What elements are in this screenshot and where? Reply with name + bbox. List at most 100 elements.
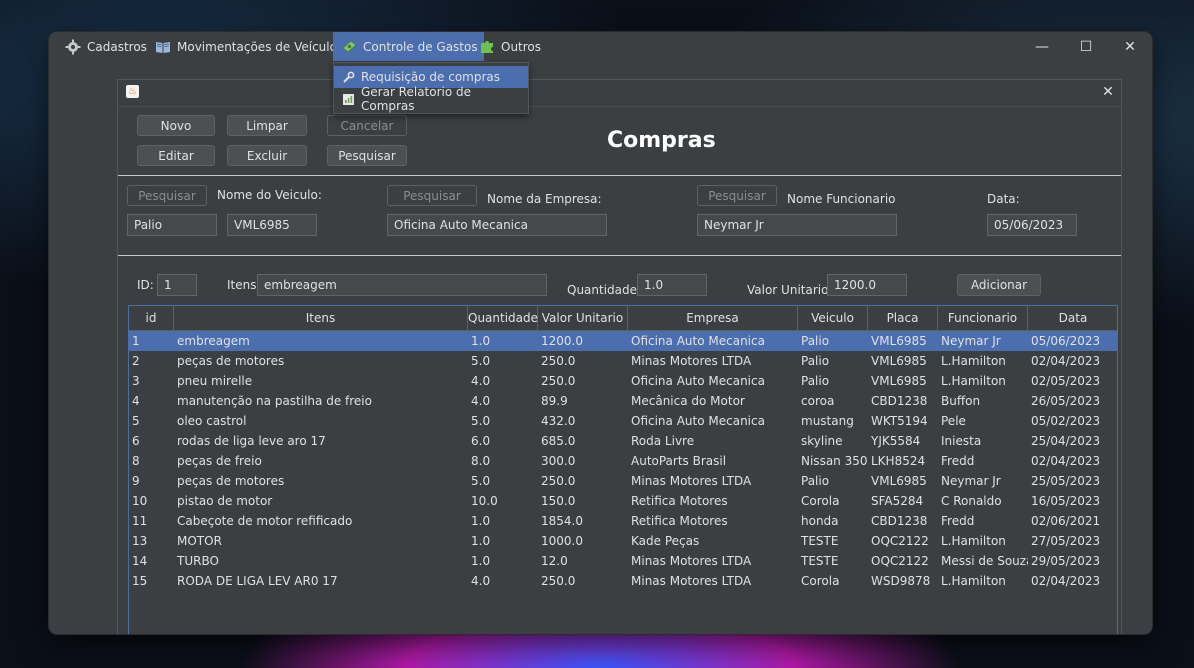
table-cell: Messi de Souza <box>941 554 1028 568</box>
table-row[interactable]: 13 MOTOR 1.0 1000.0 Kade Peças TESTE OQC2122 L.… <box>129 531 1117 551</box>
table-cell: 02/04/2023 <box>1031 354 1101 368</box>
employee-search-button[interactable]: Pesquisar <box>697 185 777 206</box>
excluir-button[interactable]: Excluir <box>227 145 307 166</box>
table-cell: 02/04/2023 <box>1031 574 1101 588</box>
table-cell: 6.0 <box>471 434 491 448</box>
frame-title-bar: ♨ ✕ <box>118 80 1121 107</box>
table-cell: L.Hamilton <box>941 354 1006 368</box>
company-field[interactable]: Oficina Auto Mecanica <box>387 214 607 236</box>
table-cell: Oficina Auto Mecanica <box>631 414 765 428</box>
table-cell: 1000.0 <box>541 534 583 548</box>
table-cell: 1.0 <box>471 554 491 568</box>
table-cell: CBD1238 <box>871 514 928 528</box>
table-cell: TESTE <box>801 534 839 548</box>
table-cell: YJK5584 <box>871 434 921 448</box>
table-row[interactable]: 15 RODA DE LIGA LEV AR0 17 4.0 250.0 Minas M… <box>129 571 1117 591</box>
pesquisar-button[interactable]: Pesquisar <box>327 145 407 166</box>
close-button[interactable]: ✕ <box>1108 32 1152 62</box>
cancelar-button[interactable]: Cancelar <box>327 115 407 136</box>
table-cell: 13 <box>132 534 148 548</box>
table-cell: 250.0 <box>541 574 576 588</box>
table-row[interactable]: 3 pneu mirelle 4.0 250.0 Oficina Auto Mecani… <box>129 371 1117 391</box>
date-label: Data: <box>987 192 1020 206</box>
table-cell: C Ronaldo <box>941 494 1002 508</box>
column-header[interactable]: Placa <box>868 306 938 330</box>
table-cell: 02/05/2023 <box>1031 374 1101 388</box>
table-cell: 8 <box>132 454 140 468</box>
vehicle-model-field[interactable]: Palio <box>127 214 217 236</box>
table-row[interactable]: 5 oleo castrol 5.0 432.0 Oficina Auto Mecani… <box>129 411 1117 431</box>
company-search-button[interactable]: Pesquisar <box>387 185 477 206</box>
menu-label: Requisição de compras <box>361 70 501 84</box>
table-cell: 250.0 <box>541 354 576 368</box>
column-header[interactable]: Valor Unitario <box>538 306 628 330</box>
table-cell: 250.0 <box>541 474 576 488</box>
quantidade-field[interactable]: 1.0 <box>637 274 707 296</box>
column-header[interactable]: Itens <box>174 306 468 330</box>
table-cell: 16/05/2023 <box>1031 494 1101 508</box>
table-cell: 14 <box>132 554 148 568</box>
table-row[interactable]: 11 Cabeçote de motor refificado 1.0 1854.0 R… <box>129 511 1117 531</box>
close-icon: ✕ <box>1124 39 1136 55</box>
limpar-button[interactable]: Limpar <box>227 115 307 136</box>
table-row[interactable]: 1 embreagem 1.0 1200.0 Oficina Auto Mecanica… <box>129 331 1117 351</box>
column-header[interactable]: id <box>129 306 174 330</box>
table-row[interactable]: 8 peças de freio 8.0 300.0 AutoParts Brasil N… <box>129 451 1117 471</box>
menu-gerar-relatorio[interactable]: Gerar Relatorio de Compras <box>334 85 528 113</box>
maximize-button[interactable]: ☐ <box>1064 32 1108 62</box>
table-row[interactable]: 9 peças de motores 5.0 250.0 Minas Motores L… <box>129 471 1117 491</box>
table-cell: VML6985 <box>871 374 927 388</box>
novo-button[interactable]: Novo <box>137 115 215 136</box>
company-label: Nome da Empresa: <box>487 192 602 206</box>
table-cell: pneu mirelle <box>177 374 253 388</box>
divider <box>118 255 1121 256</box>
column-header[interactable]: Data <box>1028 306 1117 330</box>
table-cell: coroa <box>801 394 835 408</box>
table-cell: AutoParts Brasil <box>631 454 727 468</box>
quantidade-label: Quantidade: <box>567 283 642 297</box>
menu-controle-gastos[interactable]: Controle de Gastos <box>333 32 484 61</box>
compras-frame: ♨ ✕ Novo Limpar Cancelar Editar Excluir … <box>117 79 1122 634</box>
table-cell: 4.0 <box>471 574 491 588</box>
valor-unitario-field[interactable]: 1200.0 <box>827 274 907 296</box>
employee-label: Nome Funcionario <box>787 192 896 206</box>
id-field[interactable]: 1 <box>157 274 197 296</box>
table-cell: 25/05/2023 <box>1031 474 1101 488</box>
table-cell: VML6985 <box>871 334 927 348</box>
valor-unitario-label: Valor Unitario: <box>747 283 833 297</box>
table-cell: Retifica Motores <box>631 494 728 508</box>
minimize-button[interactable]: — <box>1020 32 1064 62</box>
table-row[interactable]: 6 rodas de liga leve aro 17 6.0 685.0 Roda L… <box>129 431 1117 451</box>
table-cell: L.Hamilton <box>941 574 1006 588</box>
editar-button[interactable]: Editar <box>137 145 215 166</box>
column-header[interactable]: Quantidade <box>468 306 538 330</box>
table-cell: 8.0 <box>471 454 491 468</box>
column-header[interactable]: Veiculo <box>798 306 868 330</box>
table-cell: Oficina Auto Mecanica <box>631 334 765 348</box>
table-row[interactable]: 2 peças de motores 5.0 250.0 Minas Motores L… <box>129 351 1117 371</box>
employee-field[interactable]: Neymar Jr <box>697 214 897 236</box>
frame-close-button[interactable]: ✕ <box>1099 83 1117 101</box>
table-row[interactable]: 14 TURBO 1.0 12.0 Minas Motores LTDA TESTE OQC… <box>129 551 1117 571</box>
table-row[interactable]: 10 pistao de motor 10.0 150.0 Retifica Motor… <box>129 491 1117 511</box>
adicionar-button[interactable]: Adicionar <box>957 274 1041 296</box>
menu-outros[interactable]: Outros <box>474 32 547 61</box>
table-cell: 5 <box>132 414 140 428</box>
compras-table[interactable]: id Itens Quantidade Valor Unitario Empresa Ve… <box>128 305 1118 634</box>
table-cell: pistao de motor <box>177 494 273 508</box>
column-header[interactable]: Empresa <box>628 306 798 330</box>
vehicle-plate-field[interactable]: VML6985 <box>227 214 317 236</box>
itens-field[interactable]: embreagem <box>257 274 547 296</box>
table-cell: L.Hamilton <box>941 534 1006 548</box>
column-header[interactable]: Funcionario <box>938 306 1028 330</box>
menu-cadastros[interactable]: Cadastros <box>59 32 153 61</box>
table-cell: Retifica Motores <box>631 514 728 528</box>
table-row[interactable]: 4 manutenção na pastilha de freio 4.0 89.9 M… <box>129 391 1117 411</box>
table-cell: Palio <box>801 474 830 488</box>
table-cell: Corola <box>801 574 840 588</box>
vehicle-search-button[interactable]: Pesquisar <box>127 185 207 206</box>
date-field[interactable]: 05/06/2023 <box>987 214 1077 236</box>
menu-movimentacoes[interactable]: Movimentações de Veículos <box>149 32 349 61</box>
table-cell: OQC2122 <box>871 534 929 548</box>
table-cell: 1.0 <box>471 534 491 548</box>
